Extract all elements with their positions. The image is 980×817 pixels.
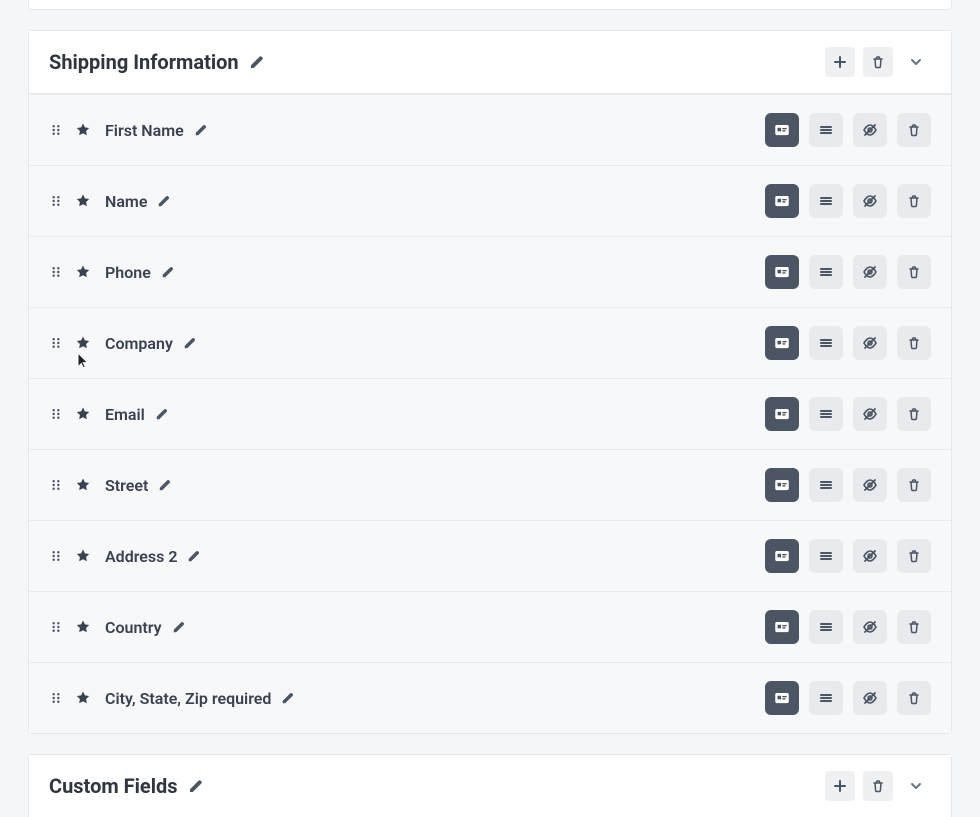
collapse-section-button[interactable] [901,47,931,77]
field-card-view-button[interactable] [765,397,799,431]
pencil-icon[interactable] [183,336,197,350]
field-row: First Name [29,94,951,165]
field-delete-button[interactable] [897,255,931,289]
delete-section-button[interactable] [863,771,893,801]
field-visibility-button[interactable] [853,255,887,289]
field-visibility-button[interactable] [853,610,887,644]
field-row: Country [29,591,951,662]
field-visibility-button[interactable] [853,397,887,431]
field-label: Street [105,476,148,495]
field-card-view-button[interactable] [765,326,799,360]
field-delete-button[interactable] [897,397,931,431]
field-delete-button[interactable] [897,539,931,573]
field-delete-button[interactable] [897,326,931,360]
field-list-view-button[interactable] [809,113,843,147]
field-row: Email [29,378,951,449]
field-delete-button[interactable] [897,681,931,715]
star-icon[interactable] [75,406,91,422]
field-delete-button[interactable] [897,468,931,502]
drag-handle-icon[interactable] [49,690,63,706]
field-delete-button[interactable] [897,184,931,218]
field-delete-button[interactable] [897,610,931,644]
drag-handle-icon[interactable] [49,548,63,564]
section-header: Custom Fields [29,755,951,817]
drag-handle-icon[interactable] [49,619,63,635]
drag-handle-icon[interactable] [49,193,63,209]
section-title: Custom Fields [49,774,178,798]
collapse-section-button[interactable] [901,771,931,801]
field-label: Company [105,334,173,353]
pencil-icon[interactable] [249,54,265,70]
section-shipping-information: Shipping Information First Name [28,30,952,734]
field-label: City, State, Zip required [105,689,271,708]
field-visibility-button[interactable] [853,468,887,502]
star-icon[interactable] [75,477,91,493]
star-icon[interactable] [75,122,91,138]
star-icon[interactable] [75,690,91,706]
section-title: Shipping Information [49,50,239,74]
field-visibility-button[interactable] [853,184,887,218]
field-label: First Name [105,121,184,140]
star-icon[interactable] [75,264,91,280]
field-visibility-button[interactable] [853,681,887,715]
field-list-view-button[interactable] [809,468,843,502]
field-list-view-button[interactable] [809,184,843,218]
field-visibility-button[interactable] [853,539,887,573]
field-visibility-button[interactable] [853,113,887,147]
field-list-view-button[interactable] [809,397,843,431]
field-card-view-button[interactable] [765,539,799,573]
pencil-icon[interactable] [194,123,208,137]
field-list-view-button[interactable] [809,539,843,573]
add-field-button[interactable] [825,47,855,77]
pencil-icon[interactable] [161,265,175,279]
field-card-view-button[interactable] [765,255,799,289]
field-label: Phone [105,263,151,282]
field-card-view-button[interactable] [765,113,799,147]
field-delete-button[interactable] [897,113,931,147]
field-row: Street [29,449,951,520]
pencil-icon[interactable] [172,620,186,634]
field-list-view-button[interactable] [809,681,843,715]
field-list-view-button[interactable] [809,326,843,360]
pencil-icon[interactable] [155,407,169,421]
add-field-button[interactable] [825,771,855,801]
mouse-cursor-icon [77,352,89,369]
field-row: Company [29,307,951,378]
section-header: Shipping Information [29,31,951,94]
field-label: Name [105,192,147,211]
drag-handle-icon[interactable] [49,335,63,351]
field-list: First Name Name [29,94,951,733]
field-label: Email [105,405,145,424]
field-row: City, State, Zip required [29,662,951,733]
pencil-icon[interactable] [187,549,201,563]
pencil-icon[interactable] [281,691,295,705]
field-card-view-button[interactable] [765,184,799,218]
field-list-view-button[interactable] [809,610,843,644]
section-custom-fields: Custom Fields [28,754,952,817]
star-icon[interactable] [75,335,91,351]
field-row: Address 2 [29,520,951,591]
field-visibility-button[interactable] [853,326,887,360]
star-icon[interactable] [75,193,91,209]
field-list-view-button[interactable] [809,255,843,289]
star-icon[interactable] [75,548,91,564]
drag-handle-icon[interactable] [49,477,63,493]
pencil-icon[interactable] [157,194,171,208]
previous-panel-tail [28,0,952,10]
drag-handle-icon[interactable] [49,264,63,280]
field-card-view-button[interactable] [765,610,799,644]
star-icon[interactable] [75,619,91,635]
drag-handle-icon[interactable] [49,406,63,422]
field-label: Address 2 [105,547,177,566]
field-row: Phone [29,236,951,307]
delete-section-button[interactable] [863,47,893,77]
field-card-view-button[interactable] [765,681,799,715]
drag-handle-icon[interactable] [49,122,63,138]
field-label: Country [105,618,162,637]
field-card-view-button[interactable] [765,468,799,502]
pencil-icon[interactable] [158,478,172,492]
field-row: Name [29,165,951,236]
pencil-icon[interactable] [188,778,204,794]
